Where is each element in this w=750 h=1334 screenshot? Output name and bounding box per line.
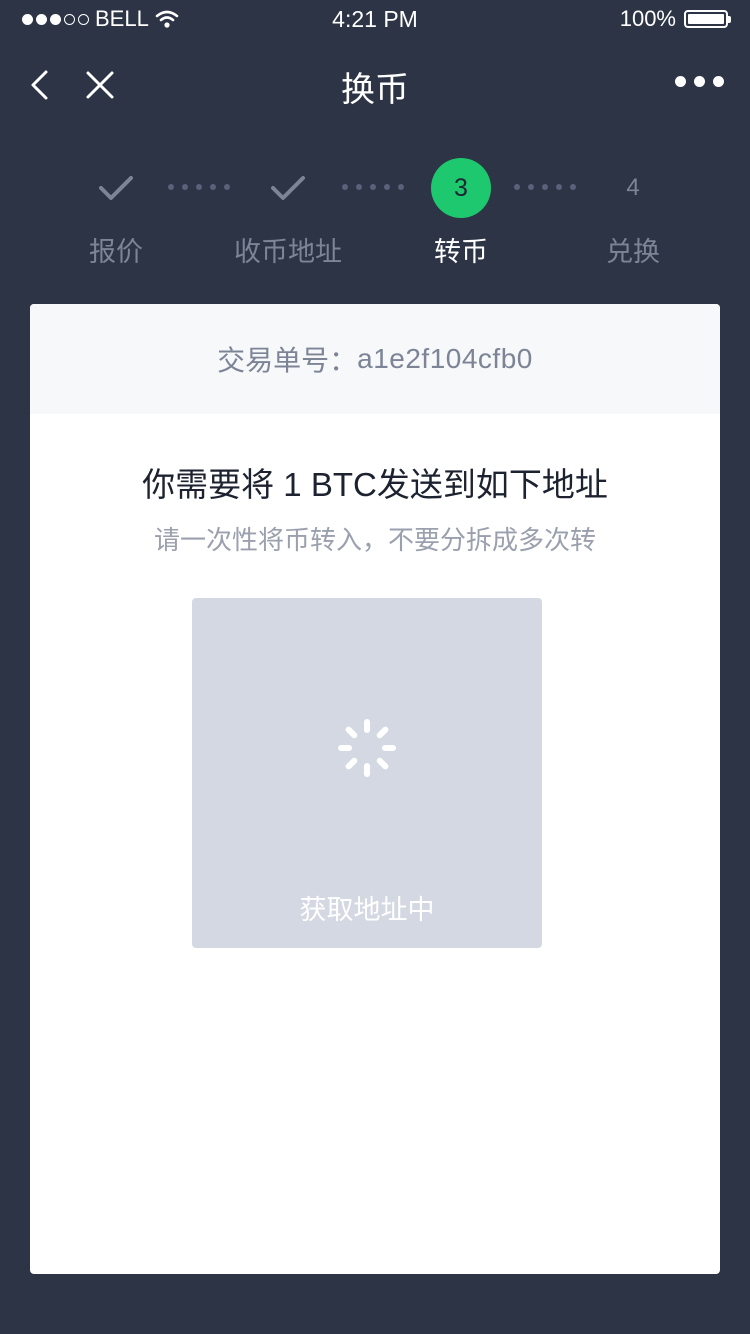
battery-percent: 100%: [619, 6, 676, 31]
transfer-card: 交易单号： a1e2f104cfb0 你需要将 1 BTC发送到如下地址 请一次…: [30, 304, 720, 1274]
step-number-badge: 3: [431, 158, 491, 218]
step-progress: 报价 收币地址 3 转币 4 兑换: [0, 158, 750, 278]
loading-spinner-icon: [338, 719, 396, 777]
step-number: 4: [626, 174, 640, 201]
step-label: 兑换: [606, 237, 660, 267]
send-instruction-subtitle: 请一次性将币转入，不要分拆成多次转: [153, 525, 596, 555]
nav-bar: 换币: [0, 40, 750, 130]
address-qr-placeholder: 获取地址中: [192, 598, 542, 948]
step-label: 收币地址: [234, 237, 342, 267]
step-transfer: 3 转币: [381, 158, 541, 269]
order-header: 交易单号： a1e2f104cfb0: [30, 304, 720, 414]
check-icon: [271, 176, 305, 200]
more-button[interactable]: [675, 70, 724, 93]
status-bar: BELL 4:21 PM 100%: [0, 0, 750, 40]
battery-icon: [684, 10, 731, 28]
loading-address-text: 获取地址中: [299, 895, 435, 925]
order-label: 交易单号：: [217, 345, 358, 376]
more-dots-icon: [675, 76, 686, 87]
step-receive-address: 收币地址: [208, 158, 368, 269]
check-icon: [99, 176, 133, 200]
page-title: 换币: [341, 71, 409, 109]
order-id[interactable]: a1e2f104cfb0: [357, 343, 533, 375]
step-exchange: 4 兑换: [553, 158, 713, 269]
send-instruction-title: 你需要将 1 BTC发送到如下地址: [142, 466, 608, 503]
step-label: 报价: [89, 237, 143, 267]
battery-status: 100%: [619, 6, 731, 32]
step-quote: 报价: [36, 158, 196, 269]
step-label: 转币: [434, 237, 488, 267]
